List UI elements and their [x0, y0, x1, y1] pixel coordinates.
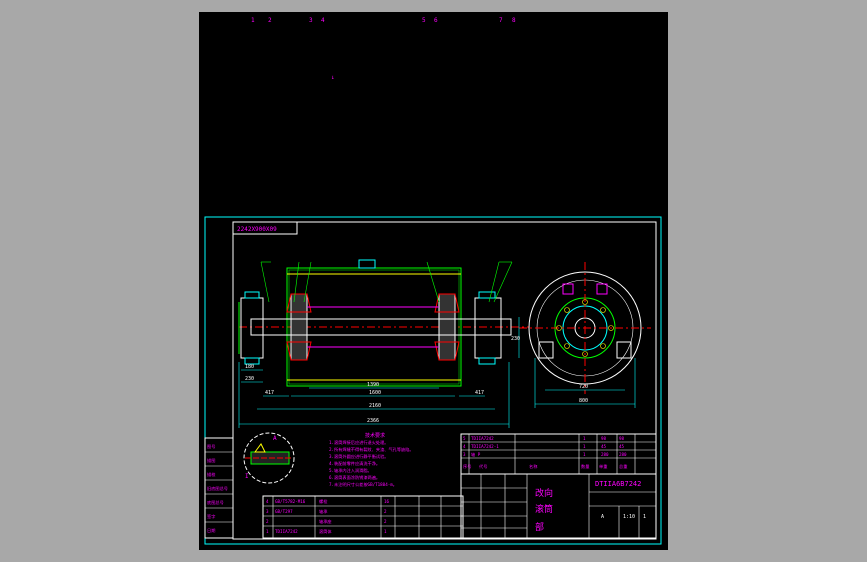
svg-text:GB/T297: GB/T297: [275, 509, 293, 514]
svg-text:2: 2: [384, 509, 387, 514]
svg-text:4: 4: [463, 444, 466, 449]
section-mark: I: [245, 473, 249, 480]
tech-note-2: 2.所有焊缝不得有裂纹、夹渣、气孔等缺陷。: [329, 446, 414, 453]
top-label-4: 4: [321, 17, 325, 24]
svg-text:总重: 总重: [619, 463, 627, 469]
svg-text:98: 98: [619, 436, 625, 441]
dim-span-1: 1600: [369, 390, 381, 396]
svg-text:4: 4: [266, 499, 269, 504]
left-strip-1: 图号: [207, 444, 215, 450]
left-strip-5: 底图总号: [207, 499, 224, 506]
tech-notes: 技术要求 1.滚筒焊接后应进行退火处理。 2.所有焊缝不得有裂纹、夹渣、气孔等缺…: [329, 432, 414, 488]
svg-text:1: 1: [384, 529, 387, 534]
tech-notes-title: 技术要求: [365, 432, 385, 439]
front-view: 2366 2160 1600 1390 417 417 180 230: [238, 259, 529, 428]
svg-text:轴承: 轴承: [319, 508, 328, 515]
svg-text:螺栓: 螺栓: [319, 498, 328, 505]
dim-shaft-length: 2366: [367, 418, 379, 424]
dim-left-end: 417: [265, 390, 274, 396]
top-label-3: 3: [309, 17, 313, 24]
svg-text:3: 3: [463, 452, 466, 457]
dim-drum-width: 1390: [367, 382, 379, 388]
dim-right-end: 417: [475, 390, 484, 396]
tech-note-7: 7.未注明尺寸公差按GB/T1804-m。: [329, 481, 397, 488]
parts-list-table: 4 GB/T5782-M16 螺栓 16 3 GB/T297 轴承 2 2 轴承…: [262, 495, 464, 539]
svg-text:TDIIA7242: TDIIA7242: [275, 529, 298, 534]
svg-text:5: 5: [463, 436, 466, 441]
left-strip-4: 旧底图总号: [207, 485, 228, 492]
dim-left-bearing-b: 230: [245, 376, 254, 382]
left-strip-7: 日期: [207, 528, 215, 534]
svg-text:2: 2: [266, 519, 269, 524]
top-label-8: 8: [512, 17, 516, 24]
left-strip-table: 图号 描图 描校 旧底图总号 底图总号 签字 日期: [204, 437, 234, 539]
svg-text:45: 45: [619, 444, 625, 449]
detail-view: A I: [243, 432, 295, 484]
top-label-6: 6: [434, 17, 438, 24]
svg-text:16: 16: [384, 499, 390, 504]
svg-text:数量: 数量: [581, 463, 589, 470]
cad-drawing: 1 2 3 4 5 6 7 8 ↓ 2242X900X09 2366 2160 …: [204, 17, 662, 545]
left-strip-3: 描校: [207, 471, 216, 478]
title-dept: 部: [535, 521, 544, 533]
svg-text:1: 1: [583, 444, 586, 449]
svg-text:代号: 代号: [479, 463, 487, 470]
detail-mark: A: [273, 435, 277, 442]
svg-text:98: 98: [601, 436, 607, 441]
svg-text:TDIIA7242-1: TDIIA7242-1: [471, 444, 499, 449]
top-label-5: 5: [422, 17, 426, 24]
svg-text:2: 2: [384, 519, 387, 524]
dim-side-width: 720: [579, 384, 588, 390]
tech-note-4: 4.装配前零件应清洗干净。: [329, 460, 380, 467]
top-label-7: 7: [499, 17, 503, 24]
tech-note-6: 6.滚筒表面涂防锈漆两遍。: [329, 474, 380, 481]
title-qty: 1: [643, 514, 646, 520]
svg-text:1: 1: [583, 436, 586, 441]
svg-text:轴承座: 轴承座: [319, 518, 332, 525]
dim-span-2: 2160: [369, 403, 381, 409]
svg-text:名称: 名称: [529, 463, 537, 470]
side-view: 720 800 230: [511, 262, 651, 408]
title-version: A: [601, 514, 604, 520]
svg-text:单重: 单重: [599, 463, 607, 470]
drawing-number: DTIIA6B7242: [595, 480, 641, 488]
top-marker: ↓: [331, 74, 335, 81]
top-label-2: 2: [268, 17, 272, 24]
dim-side-height: 230: [511, 336, 520, 342]
tech-note-5: 5.轴承内注入润滑脂。: [329, 467, 372, 474]
svg-text:280: 280: [619, 452, 627, 457]
svg-text:1: 1: [266, 529, 269, 534]
left-strip-2: 描图: [207, 457, 215, 464]
svg-text:GB/T5782-M16: GB/T5782-M16: [275, 499, 306, 504]
svg-text:3: 3: [266, 509, 269, 514]
left-strip-6: 签字: [207, 513, 215, 519]
upper-parts-table: 5 TDIIA7242 1 98 98 4 TDIIA7242-1 1 45 4…: [460, 433, 657, 475]
cad-viewport[interactable]: 1 2 3 4 5 6 7 8 ↓ 2242X900X09 2366 2160 …: [199, 12, 668, 550]
tech-note-1: 1.滚筒焊接后应进行退火处理。: [329, 439, 388, 446]
svg-text:45: 45: [601, 444, 607, 449]
dim-side-base: 800: [579, 398, 588, 404]
svg-text:轴 P: 轴 P: [471, 451, 481, 458]
title-name-2: 滚筒: [535, 503, 553, 515]
title-block: 改向 滚筒 部 DTIIA6B7242 1:10 1 A: [460, 473, 657, 539]
svg-text:1: 1: [583, 452, 586, 457]
tech-note-3: 3.滚筒外圆应进行静平衡试验。: [329, 453, 388, 460]
svg-text:序号: 序号: [463, 463, 471, 470]
svg-text:280: 280: [601, 452, 609, 457]
svg-text:TDIIA7242: TDIIA7242: [471, 436, 494, 441]
top-label-1: 1: [251, 17, 255, 24]
part-number-text: 2242X900X09: [237, 226, 277, 233]
svg-text:滚筒体: 滚筒体: [319, 528, 332, 535]
title-name-1: 改向: [535, 487, 553, 499]
title-scale: 1:10: [623, 514, 635, 520]
dim-left-bearing: 180: [245, 364, 254, 370]
